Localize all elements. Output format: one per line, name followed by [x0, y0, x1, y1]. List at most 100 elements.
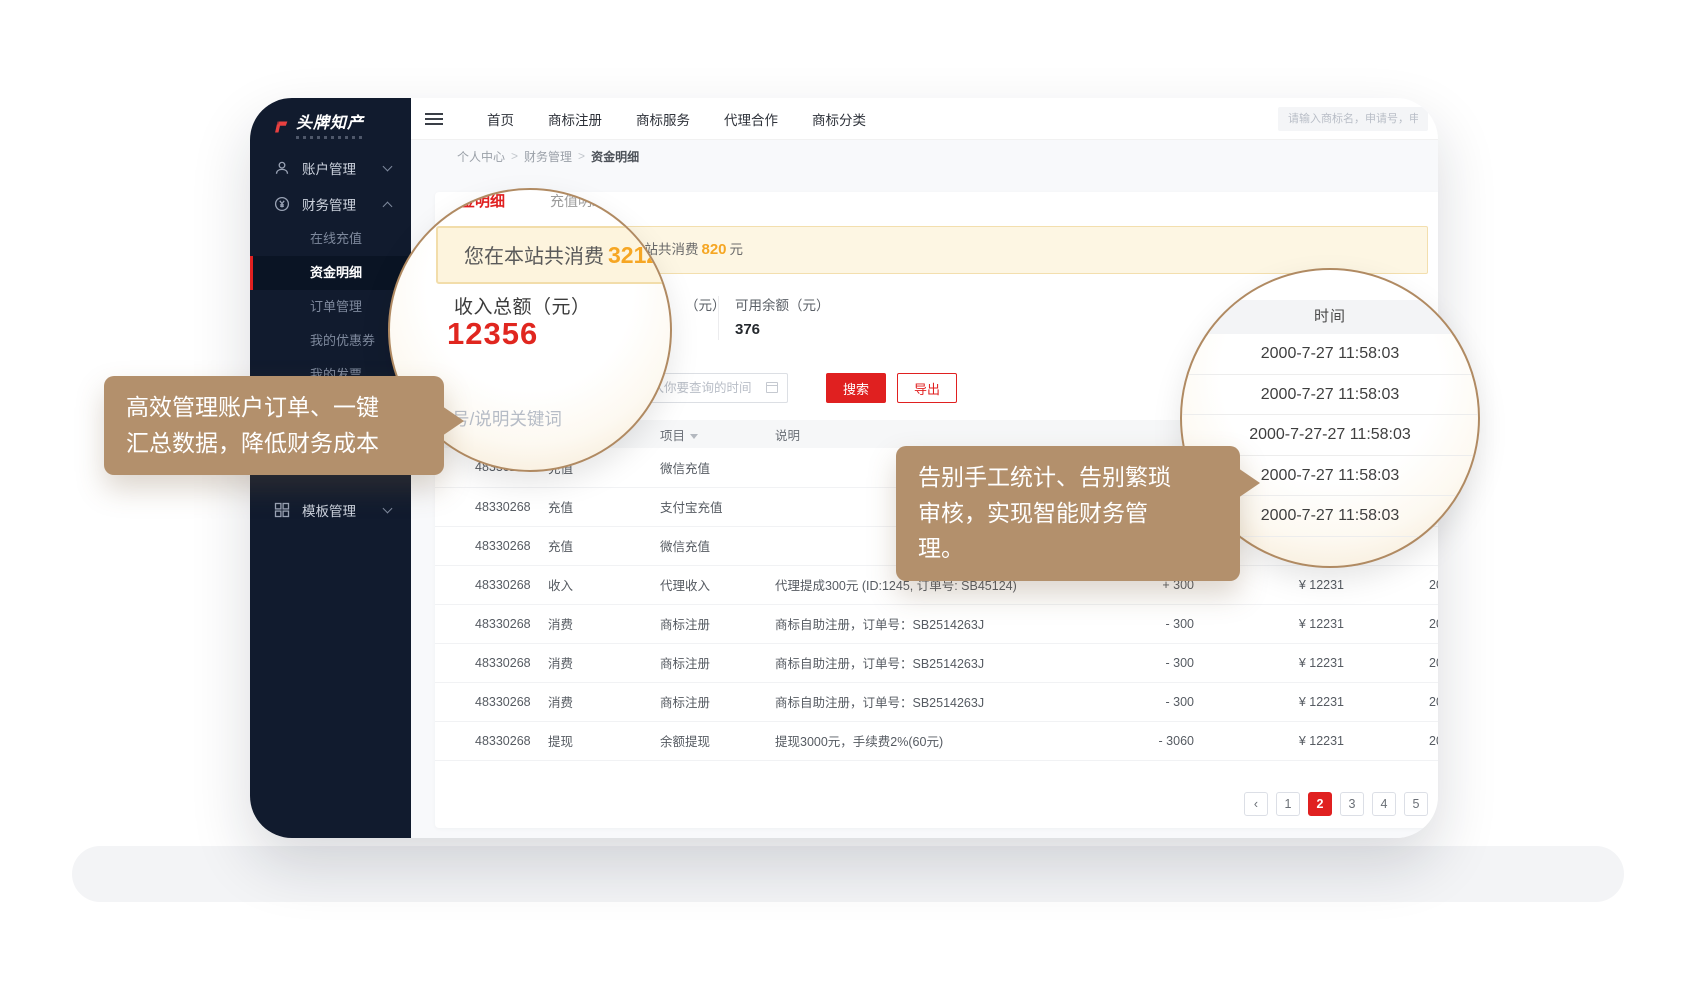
template-icon [274, 502, 290, 518]
stat-divider [718, 296, 719, 340]
nav-item-1[interactable]: 首页 [487, 109, 514, 129]
sidebar-item-订单管理[interactable]: 订单管理 [250, 290, 411, 324]
page-button-2[interactable]: 2 [1308, 792, 1332, 816]
sort-caret-icon [690, 434, 698, 439]
cell-r5c7: 2000-7-27 11:58:03 [1374, 604, 1438, 643]
chevron-down-icon [383, 504, 393, 514]
col-header-3[interactable]: 项目 [659, 420, 774, 448]
sidebar-group-label: 模板管理 [302, 500, 356, 520]
cell-r7c7: 2000-7-27 11:58:03 [1374, 682, 1438, 721]
cell-r5c1: 48330268 [435, 604, 547, 643]
cell-r4c7: 2000-7-27 11:58:03 [1374, 565, 1438, 604]
page-button-1[interactable]: 1 [1276, 792, 1300, 816]
marketing-canvas: 头牌知产 账户管理财务管理在线充值资金明细订单管理我的优惠券我的发票模板管理 首… [0, 0, 1696, 1002]
cell-r6c5: - 300 [1104, 643, 1224, 682]
cell-r5c5: - 300 [1104, 604, 1224, 643]
breadcrumb-separator: > [578, 149, 585, 163]
sidebar-group-账户管理[interactable]: 账户管理 [250, 150, 411, 186]
nav-item-2[interactable]: 商标注册 [548, 109, 602, 129]
cell-r7c2: 消费 [547, 682, 659, 721]
cell-r6c7: 2000-7-27 11:58:03 [1374, 643, 1438, 682]
callout-left-text: 高效管理账户订单、一键 汇总数据，降低财务成本 [126, 394, 379, 456]
cell-r7c6: ¥ 12231 [1224, 682, 1374, 721]
breadcrumb-separator: > [511, 149, 518, 163]
nav-item-4[interactable]: 代理合作 [724, 109, 778, 129]
breadcrumb-item-1[interactable]: 个人中心 [457, 148, 505, 165]
logo-title: 头牌知产 [296, 114, 366, 134]
table-row: 48330268提现余额提现提现3000元，手续费2%(60元)- 3060¥ … [435, 721, 1438, 760]
callout-right-arrow [1238, 468, 1260, 498]
sidebar-group-label: 财务管理 [302, 194, 356, 214]
nav-item-3[interactable]: 商标服务 [636, 109, 690, 129]
cell-r7c4: 商标自助注册，订单号：SB2514263J [774, 682, 1104, 721]
cell-r3c3: 微信充值 [659, 526, 774, 565]
search-input[interactable] [1278, 107, 1428, 131]
cell-r5c6: ¥ 12231 [1224, 604, 1374, 643]
table-row: 48330268消费商标注册商标自助注册，订单号：SB2514263J- 300… [435, 643, 1438, 682]
cell-r8c3: 余额提现 [659, 721, 774, 760]
search-button[interactable]: 搜索 [826, 373, 886, 403]
cell-r6c1: 48330268 [435, 643, 547, 682]
lens-banner: 您在本站共消费32124元 [436, 226, 672, 284]
lens-time-cell: 2000-7-27 11:58:03 [1182, 375, 1478, 416]
callout-left-arrow [442, 406, 464, 436]
col-header-4: 说明 [774, 420, 1104, 448]
sidebar-item-资金明细[interactable]: 资金明细 [250, 256, 411, 290]
top-navbar: 首页 商标注册 商标服务 代理合作 商标分类 [411, 98, 1438, 140]
lens-tab-active: 资金明细 [445, 190, 505, 211]
lens-income-label: 收入总额（元） [454, 292, 591, 319]
menu-icon[interactable] [425, 110, 443, 128]
callout-right-text: 告别手工统计、告别繁琐 审核，实现智能财务管 理。 [918, 464, 1171, 561]
cell-r8c4: 提现3000元，手续费2%(60元) [774, 721, 1104, 760]
cell-r5c3: 商标注册 [659, 604, 774, 643]
cell-r4c2: 收入 [547, 565, 659, 604]
lens-time-header: 时间 [1182, 300, 1478, 334]
table-row: 48330268消费商标注册商标自助注册，订单号：SB2514263J- 300… [435, 604, 1438, 643]
export-button[interactable]: 导出 [897, 373, 957, 403]
chevron-up-icon [383, 201, 393, 211]
cell-r8c1: 48330268 [435, 721, 547, 760]
cell-r3c1: 48330268 [435, 526, 547, 565]
breadcrumb-item-2[interactable]: 财务管理 [524, 148, 572, 165]
stat-consume: （元） [685, 294, 726, 321]
cell-r7c1: 48330268 [435, 682, 547, 721]
sidebar-item-我的优惠券[interactable]: 我的优惠券 [250, 324, 411, 358]
cell-r4c6: ¥ 12231 [1224, 565, 1374, 604]
sidebar-item-在线充值[interactable]: 在线充值 [250, 222, 411, 256]
cell-r8c2: 提现 [547, 721, 659, 760]
page-button-4[interactable]: 4 [1372, 792, 1396, 816]
page-button-3[interactable]: 3 [1340, 792, 1364, 816]
cell-r3c2: 充值 [547, 526, 659, 565]
breadcrumb-item-3[interactable]: 资金明细 [591, 148, 639, 165]
cell-r4c1: 48330268 [435, 565, 547, 604]
cell-r2c2: 充值 [547, 487, 659, 526]
breadcrumb: 个人中心 > 财务管理 > 资金明细 [411, 140, 1438, 172]
cell-r7c3: 商标注册 [659, 682, 774, 721]
laptop-base [72, 846, 1624, 902]
cell-r6c3: 商标注册 [659, 643, 774, 682]
cell-r8c5: - 3060 [1104, 721, 1224, 760]
nav-item-5[interactable]: 商标分类 [812, 109, 866, 129]
cell-r1c3: 微信充值 [659, 448, 774, 487]
cell-r6c2: 消费 [547, 643, 659, 682]
cell-r8c6: ¥ 12231 [1224, 721, 1374, 760]
cell-r8c7: 2000-7-27 11:58:03 [1374, 721, 1438, 760]
callout-right: 告别手工统计、告别繁琐 审核，实现智能财务管 理。 [896, 446, 1240, 581]
callout-left: 高效管理账户订单、一键 汇总数据，降低财务成本 [104, 376, 444, 475]
sidebar-group-label: 账户管理 [302, 158, 356, 178]
stat-balance: 可用余额（元） 376 [735, 294, 830, 338]
cell-r5c4: 商标自助注册，订单号：SB2514263J [774, 604, 1104, 643]
cell-r5c2: 消费 [547, 604, 659, 643]
pagination: ‹ 12345 [1244, 792, 1428, 816]
banner-amount: 820 [702, 241, 727, 258]
cell-r2c1: 48330268 [435, 487, 547, 526]
sidebar-group-财务管理[interactable]: 财务管理 [250, 186, 411, 222]
sidebar-group-模板管理[interactable]: 模板管理 [250, 492, 411, 528]
prev-page-button[interactable]: ‹ [1244, 792, 1268, 816]
lens-time-cell: 2000-7-27 11:58:03 [1182, 334, 1478, 375]
chevron-down-icon [383, 162, 393, 172]
table-row: 48330268消费商标注册商标自助注册，订单号：SB2514263J- 300… [435, 682, 1438, 721]
cell-r6c4: 商标自助注册，订单号：SB2514263J [774, 643, 1104, 682]
page-button-5[interactable]: 5 [1404, 792, 1428, 816]
finance-icon [274, 196, 290, 212]
